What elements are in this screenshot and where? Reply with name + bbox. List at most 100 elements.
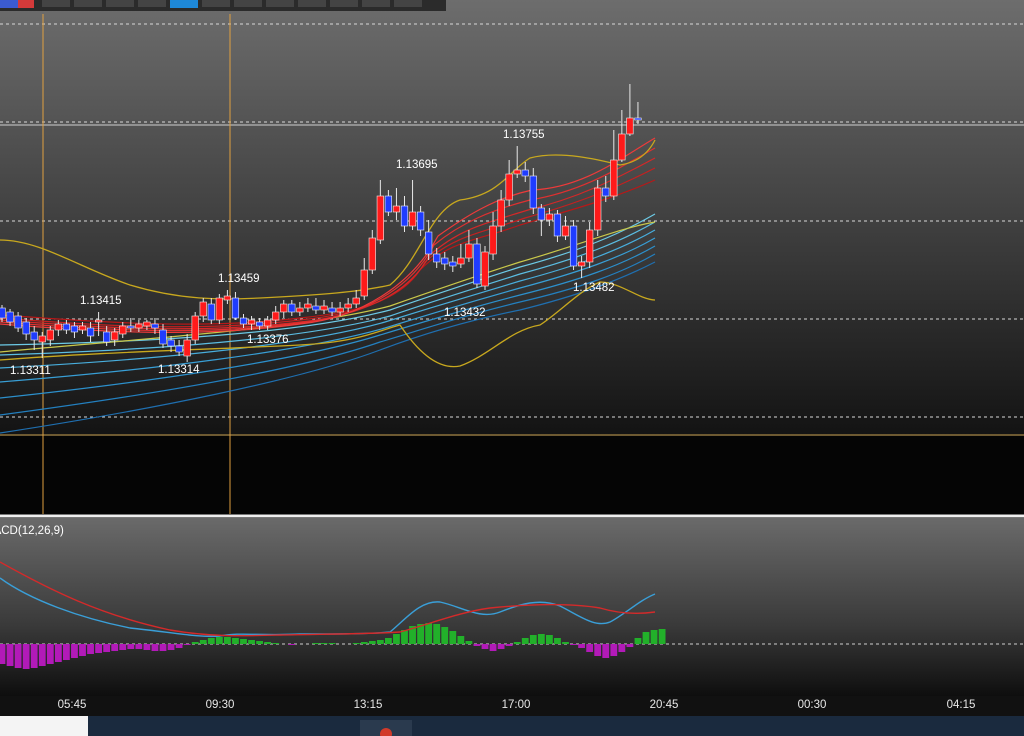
indicator-label: MACD(12,26,9)	[0, 525, 64, 537]
candle-bull	[626, 117, 634, 135]
candle-bear	[521, 169, 529, 177]
candle-bear	[175, 345, 183, 353]
macd-hist-bar	[328, 643, 336, 644]
toolbar-button[interactable]	[234, 0, 262, 7]
toolbar-button[interactable]	[330, 0, 358, 7]
candle-bear	[473, 243, 481, 285]
candle-bear	[70, 325, 79, 333]
macd-hist-bar	[151, 644, 159, 651]
candle-bull	[376, 195, 384, 241]
macd-hist-bar	[658, 629, 666, 644]
macd-hist-bar	[14, 644, 22, 668]
main-panel-bg	[0, 0, 1024, 436]
macd-hist-bar	[191, 642, 199, 644]
candle-bear	[86, 327, 95, 337]
candle-bull	[199, 301, 207, 317]
candle-bear	[231, 297, 240, 319]
candle-bear	[400, 205, 409, 227]
macd-hist-bar	[513, 642, 521, 644]
candle-bear	[449, 261, 457, 267]
candle-bull	[610, 159, 618, 197]
candle-bear	[6, 311, 14, 323]
macd-hist-bar	[465, 641, 473, 644]
macd-hist-bar	[578, 644, 585, 648]
toolbar-button[interactable]	[202, 0, 230, 7]
annotation-low: 1.13482	[573, 282, 615, 294]
candle-bear	[151, 323, 159, 329]
macd-hist-bar	[602, 644, 610, 658]
macd-hist-bar	[570, 644, 577, 645]
toolbar-button[interactable]	[298, 0, 326, 7]
candle-bull	[392, 205, 401, 213]
candle-bear	[22, 321, 30, 335]
macd-hist-bar	[521, 638, 529, 644]
candle-bear	[312, 305, 320, 311]
toolbar-button[interactable]	[106, 0, 134, 7]
candle-bear	[602, 187, 610, 197]
time-tick: 04:15	[947, 699, 976, 711]
macd-hist-bar	[256, 641, 263, 644]
candle-bull	[594, 187, 602, 231]
toolbar-button[interactable]	[362, 0, 390, 7]
annotation-low: 1.13432	[444, 307, 486, 319]
candle-bull	[457, 257, 465, 265]
annotation-low: 1.13314	[158, 364, 200, 376]
macd-hist-bar	[352, 643, 360, 644]
candle-bull	[54, 323, 62, 331]
macd-hist-bar	[554, 638, 561, 644]
macd-hist-bar	[546, 635, 553, 644]
macd-hist-bar	[183, 644, 191, 645]
annotation-high: 1.13755	[503, 129, 545, 141]
macd-hist-bar	[320, 643, 328, 644]
macd-hist-bar	[650, 630, 658, 644]
candle-bear	[433, 253, 441, 263]
macd-hist-bar	[175, 644, 183, 648]
candle-bear	[416, 211, 425, 231]
candle-bear	[14, 315, 22, 329]
macd-hist-bar	[54, 644, 62, 662]
macd-hist-bar	[368, 641, 376, 644]
toolbar-button[interactable]	[74, 0, 102, 7]
candle-bear	[62, 323, 70, 331]
macd-hist-bar	[473, 644, 481, 646]
macd-hist-bar	[87, 644, 94, 654]
candle-bear	[634, 117, 642, 121]
macd-hist-bar	[433, 624, 441, 644]
candle-bull	[561, 225, 570, 237]
candle-bull	[143, 321, 151, 327]
candle-bull	[344, 303, 352, 309]
candle-bull	[78, 325, 87, 331]
macd-hist-bar	[6, 644, 14, 666]
candle-bull	[352, 297, 360, 305]
time-tick: 20:45	[650, 699, 679, 711]
main-panel-lower	[0, 436, 1024, 514]
annotation-low: 1.13376	[247, 334, 289, 346]
candle-bear	[30, 331, 38, 341]
candle-bull	[545, 213, 553, 221]
macd-hist-bar	[441, 627, 449, 644]
macd-hist-bar	[642, 632, 650, 644]
candle-bull	[513, 169, 521, 175]
macd-hist-bar	[288, 644, 296, 645]
candle-bull	[577, 261, 586, 267]
candle-bull	[489, 225, 497, 255]
taskbar-highlight	[0, 716, 88, 736]
candle-bear	[255, 321, 264, 327]
candle-bull	[95, 319, 103, 323]
macd-hist-bar	[167, 644, 175, 650]
candle-bull	[191, 315, 199, 341]
toolbar-button[interactable]	[266, 0, 294, 7]
toolbar-button-active[interactable]	[170, 0, 198, 8]
taskbar	[0, 716, 1024, 736]
candle-bull	[119, 325, 127, 335]
toolbar-button[interactable]	[42, 0, 70, 7]
macd-hist-bar	[63, 644, 70, 660]
candle-bull	[481, 251, 489, 287]
toolbar-button[interactable]	[138, 0, 166, 7]
toolbar-button[interactable]	[394, 0, 422, 7]
candle-bull	[264, 319, 272, 327]
macd-hist-bar	[159, 644, 167, 651]
macd-hist-bar	[232, 638, 239, 644]
macd-hist-bar	[71, 644, 78, 658]
candle-bull	[368, 237, 376, 271]
